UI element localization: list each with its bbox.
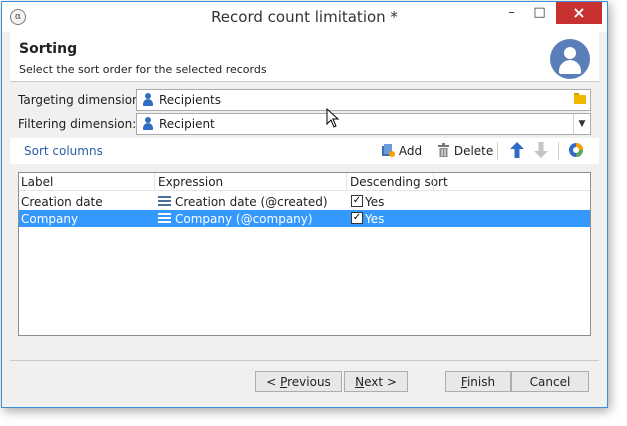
finish-button[interactable]: Finish [445, 371, 511, 392]
add-icon [382, 144, 395, 157]
page-subtitle: Select the sort order for the selected r… [19, 63, 267, 76]
filtering-dimension-select[interactable]: Recipient ▼ [136, 113, 591, 135]
maximize-button[interactable]: □ [526, 2, 553, 24]
toolbar-divider [558, 142, 559, 160]
next-mnemonic: N [355, 375, 365, 389]
delete-label: Delete [453, 144, 494, 158]
next-rest: ext > [364, 375, 397, 389]
footer-divider [10, 360, 599, 361]
close-button[interactable]: × [556, 2, 602, 24]
folder-icon[interactable] [571, 91, 589, 107]
sort-columns-table: Label Expression Descending sort Creatio… [18, 172, 591, 336]
mouse-cursor-icon [326, 108, 340, 128]
move-down-button[interactable] [534, 142, 548, 161]
column-divider [154, 173, 155, 190]
row-descending: Yes [365, 195, 385, 209]
table-row[interactable]: Creation date Creation date (@created) ✓… [19, 193, 590, 210]
expression-list-icon [158, 213, 171, 223]
arrow-up-icon [510, 142, 524, 158]
wizard-header: Sorting Select the sort order for the se… [10, 32, 599, 82]
previous-button[interactable]: < Previous [255, 371, 342, 392]
title-bar[interactable]: α Record count limitation * – □ × [2, 2, 607, 32]
expression-list-icon [158, 196, 171, 206]
minimize-button[interactable]: – [498, 2, 525, 24]
descending-checkbox[interactable]: ✓ [351, 195, 363, 207]
cancel-button[interactable]: Cancel [511, 371, 589, 392]
row-expression: Creation date (@created) [175, 195, 328, 209]
dialog-window: α Record count limitation * – □ × Sortin… [1, 1, 608, 408]
arrow-down-icon [534, 142, 548, 158]
targeting-dimension-row: Targeting dimension: Recipients [10, 89, 599, 111]
row-label: Company [21, 212, 79, 226]
table-header: Label Expression Descending sort [19, 173, 590, 191]
distribution-button[interactable] [568, 142, 584, 161]
user-avatar-icon [550, 39, 590, 79]
trash-icon [438, 143, 449, 157]
row-expression: Company (@company) [175, 212, 313, 226]
recipient-icon [143, 117, 153, 131]
add-label: Add [398, 144, 423, 158]
move-up-button[interactable] [510, 142, 524, 161]
column-divider [433, 173, 434, 190]
recipient-icon [143, 93, 153, 107]
row-label: Creation date [21, 195, 103, 209]
sort-columns-link[interactable]: Sort columns [24, 144, 103, 158]
previous-prefix: < [266, 375, 281, 389]
targeting-dimension-field[interactable]: Recipients [136, 89, 591, 111]
column-divider [346, 173, 347, 190]
descending-checkbox[interactable]: ✓ [351, 212, 363, 224]
targeting-dimension-value: Recipients [159, 93, 222, 107]
close-icon: × [572, 3, 586, 22]
finish-rest: inish [466, 375, 496, 389]
sort-toolbar: Sort columns Add Delete [10, 138, 599, 164]
table-row[interactable]: Company Company (@company) ✓ Yes [19, 210, 590, 227]
row-descending: Yes [365, 212, 385, 226]
column-header-expression[interactable]: Expression [158, 175, 223, 189]
next-button[interactable]: Next > [344, 371, 408, 392]
targeting-dimension-label: Targeting dimension: [18, 93, 144, 107]
chevron-down-icon[interactable]: ▼ [573, 114, 590, 134]
filtering-dimension-row: Filtering dimension: Recipient ▼ [10, 113, 599, 135]
add-button[interactable]: Add [381, 143, 422, 158]
previous-rest: revious [287, 375, 331, 389]
filtering-dimension-value: Recipient [159, 117, 215, 131]
delete-button[interactable]: Delete [437, 143, 493, 158]
filtering-dimension-label: Filtering dimension: [18, 117, 137, 131]
column-header-label[interactable]: Label [21, 175, 53, 189]
page-title: Sorting [19, 41, 78, 57]
pie-chart-icon [569, 143, 583, 157]
toolbar-divider [497, 142, 498, 160]
